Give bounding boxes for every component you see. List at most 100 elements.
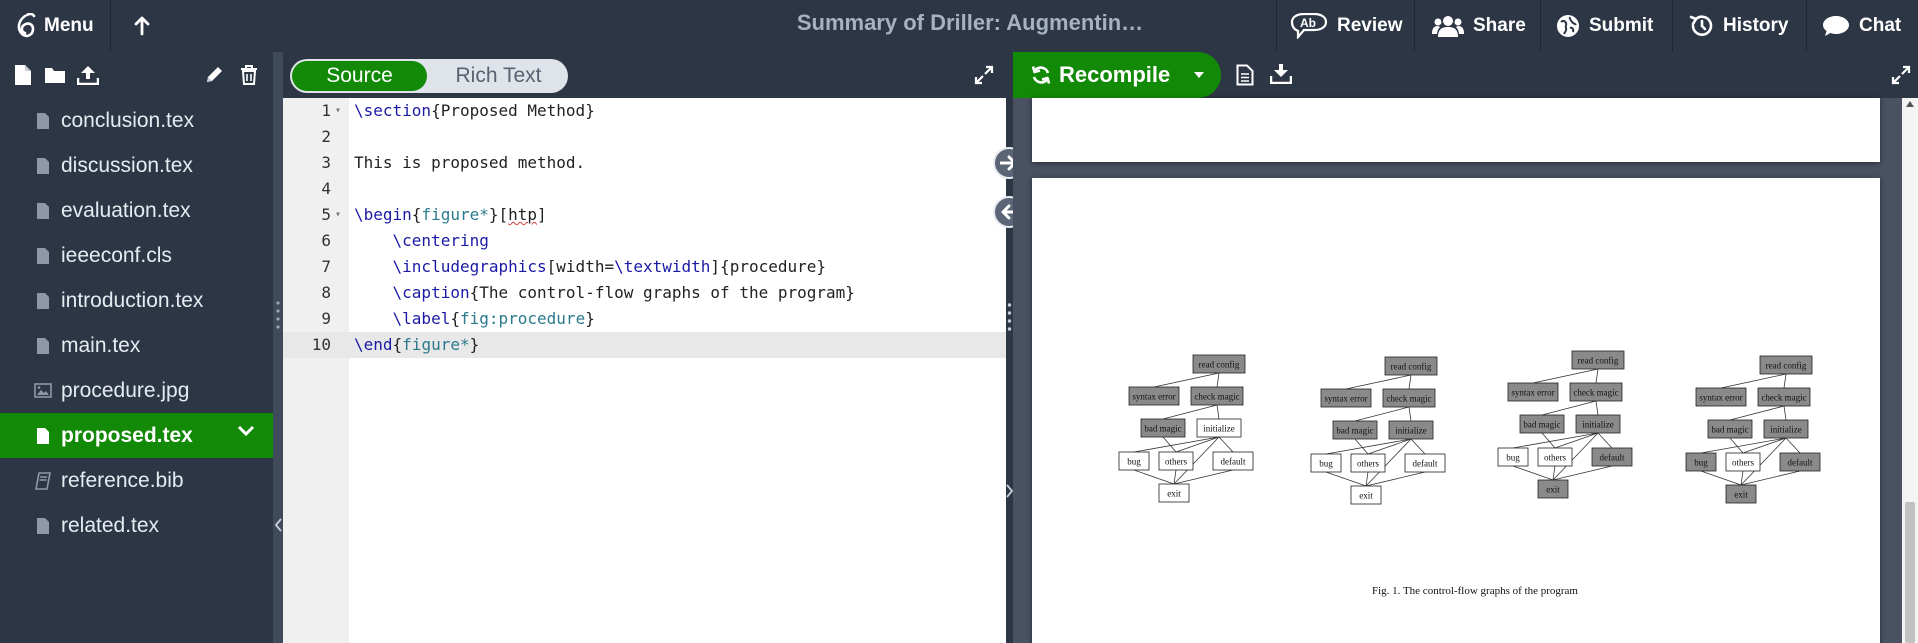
rename-pencil-icon bbox=[204, 65, 224, 85]
users-icon bbox=[1432, 14, 1464, 38]
fold-arrow-icon[interactable]: ▾ bbox=[335, 98, 341, 124]
graph-node-label: check magic bbox=[1386, 394, 1431, 404]
delete-button[interactable] bbox=[236, 62, 262, 88]
graph-edge bbox=[1410, 438, 1426, 455]
pdf-scrollbar[interactable] bbox=[1902, 98, 1918, 643]
code-token: ]{procedure} bbox=[710, 257, 827, 276]
file-item[interactable]: reference.bib bbox=[0, 458, 273, 503]
submit-button[interactable]: Submit bbox=[1556, 0, 1653, 52]
view-logs-document-icon[interactable] bbox=[1236, 64, 1254, 86]
file-name: procedure.jpg bbox=[61, 378, 190, 402]
graph-node-label: read config bbox=[1578, 356, 1619, 366]
recompile-button[interactable]: Recompile bbox=[1013, 52, 1221, 98]
file-item[interactable]: procedure.jpg bbox=[0, 368, 273, 413]
download-pdf-icon[interactable] bbox=[1270, 64, 1292, 84]
file-tree-resizer[interactable] bbox=[273, 52, 283, 643]
latex-command: \section bbox=[354, 101, 432, 120]
upload-button[interactable] bbox=[75, 62, 101, 88]
latex-command: \textwidth bbox=[614, 257, 711, 276]
control-flow-graph: read config syntax error check magic bad ma… bbox=[1310, 356, 1446, 505]
graph-edge bbox=[1552, 465, 1613, 481]
rename-button[interactable] bbox=[201, 62, 227, 88]
file-icon bbox=[34, 111, 52, 131]
graph-edge bbox=[1153, 372, 1220, 388]
editor-mode-toggle[interactable]: Source Rich Text bbox=[290, 59, 568, 93]
control-flow-graph: read config syntax error check magic bad ma… bbox=[1685, 355, 1821, 504]
editor-pdf-resizer[interactable] bbox=[1006, 52, 1013, 643]
new-folder-button[interactable] bbox=[42, 62, 68, 88]
rich-text-mode-button[interactable]: Rich Text bbox=[429, 59, 568, 93]
file-name: reference.bib bbox=[61, 468, 184, 492]
code-editor[interactable]: 1 ▾ \section{Proposed Method} 2 3 This is pro… bbox=[283, 98, 1006, 643]
graph-node-label: read config bbox=[1199, 360, 1240, 370]
bib-file-icon bbox=[34, 471, 52, 491]
control-flow-graph: read config syntax error check magic bad ma… bbox=[1497, 350, 1633, 499]
graph-node-label: bad magic bbox=[1711, 425, 1748, 435]
code-line[interactable]: 9 \label{fig:procedure} bbox=[283, 306, 1006, 332]
graph-node-label: read config bbox=[1766, 361, 1807, 371]
history-button[interactable]: History bbox=[1688, 0, 1788, 52]
scrollbar-thumb[interactable] bbox=[1905, 502, 1915, 643]
code-line[interactable]: 3 This is proposed method. bbox=[283, 150, 1006, 176]
share-button[interactable]: Share bbox=[1432, 0, 1526, 52]
graph-node-label: bug bbox=[1506, 453, 1520, 463]
graph-node-label: default bbox=[1600, 453, 1625, 463]
collapse-right-chevron-icon[interactable] bbox=[1006, 484, 1013, 498]
code-line[interactable]: 4 bbox=[283, 176, 1006, 202]
code-token: ] bbox=[537, 205, 547, 224]
share-label: Share bbox=[1473, 15, 1526, 36]
code-token: This is proposed method. bbox=[354, 153, 586, 172]
caret-down-icon[interactable] bbox=[1193, 71, 1205, 79]
source-mode-button[interactable]: Source bbox=[292, 61, 427, 91]
file-item[interactable]: discussion.tex bbox=[0, 143, 273, 188]
code-token: } bbox=[469, 335, 480, 354]
file-item[interactable]: evaluation.tex bbox=[0, 188, 273, 233]
line-number: 8 bbox=[321, 283, 331, 302]
line-number: 5 bbox=[321, 205, 331, 224]
file-tree-panel: conclusion.tex discussion.tex evaluation.t… bbox=[0, 52, 273, 643]
scroll-up-arrow-icon[interactable] bbox=[1906, 101, 1914, 107]
review-icon: Ab bbox=[1290, 13, 1328, 39]
project-title[interactable]: Summary of Driller: Augmentin… bbox=[640, 0, 1300, 52]
collapse-left-chevron-icon[interactable] bbox=[275, 518, 282, 532]
line-number: 7 bbox=[321, 257, 331, 276]
fold-arrow-icon[interactable]: ▾ bbox=[335, 202, 341, 228]
expand-editor-icon[interactable] bbox=[974, 65, 994, 85]
back-to-projects-button[interactable] bbox=[128, 12, 156, 40]
pdf-viewer[interactable]: read config syntax error check magic bad ma… bbox=[1013, 98, 1918, 643]
graph-node-label: others bbox=[1357, 459, 1379, 469]
graph-node-label: others bbox=[1165, 457, 1187, 467]
code-token: [width= bbox=[546, 257, 615, 276]
review-button[interactable]: Ab Review bbox=[1290, 0, 1402, 52]
graph-node-label: others bbox=[1544, 453, 1566, 463]
file-icon bbox=[34, 516, 52, 536]
code-line[interactable]: 7 \includegraphics[width=\textwidth]{pro… bbox=[283, 254, 1006, 280]
graph-edge bbox=[1162, 404, 1218, 420]
graph-node-label: syntax error bbox=[1132, 392, 1175, 402]
file-name: evaluation.tex bbox=[61, 198, 191, 222]
file-item[interactable]: main.tex bbox=[0, 323, 273, 368]
graph-edge bbox=[1532, 368, 1599, 384]
code-line[interactable]: 1 ▾ \section{Proposed Method} bbox=[283, 98, 1006, 124]
resize-grip-icon bbox=[1007, 303, 1012, 331]
menu-button[interactable]: Menu bbox=[14, 0, 94, 52]
file-item[interactable]: related.tex bbox=[0, 503, 273, 548]
file-item[interactable]: introduction.tex bbox=[0, 278, 273, 323]
expand-pdf-icon[interactable] bbox=[1891, 65, 1911, 85]
new-file-button[interactable] bbox=[10, 62, 36, 88]
file-item[interactable]: conclusion.tex bbox=[0, 98, 273, 143]
file-item[interactable]: proposed.tex bbox=[0, 413, 273, 458]
latex-argument: figure* bbox=[421, 205, 489, 224]
code-text: \section{Proposed Method} bbox=[354, 98, 595, 124]
submit-label: Submit bbox=[1589, 15, 1654, 36]
chevron-down-icon[interactable] bbox=[237, 425, 255, 437]
pdf-page-previous bbox=[1032, 98, 1880, 162]
file-item[interactable]: ieeeconf.cls bbox=[0, 233, 273, 278]
code-line[interactable]: 8 \caption{The control-flow graphs of th… bbox=[283, 280, 1006, 306]
code-token: { bbox=[392, 335, 403, 354]
code-line[interactable]: 10 \end{figure*} bbox=[283, 332, 1006, 358]
chat-button[interactable]: Chat bbox=[1822, 0, 1901, 52]
code-line[interactable]: 2 bbox=[283, 124, 1006, 150]
code-line[interactable]: 6 \centering bbox=[283, 228, 1006, 254]
code-line[interactable]: 5 ▾ \begin{figure*}[htp] bbox=[283, 202, 1006, 228]
